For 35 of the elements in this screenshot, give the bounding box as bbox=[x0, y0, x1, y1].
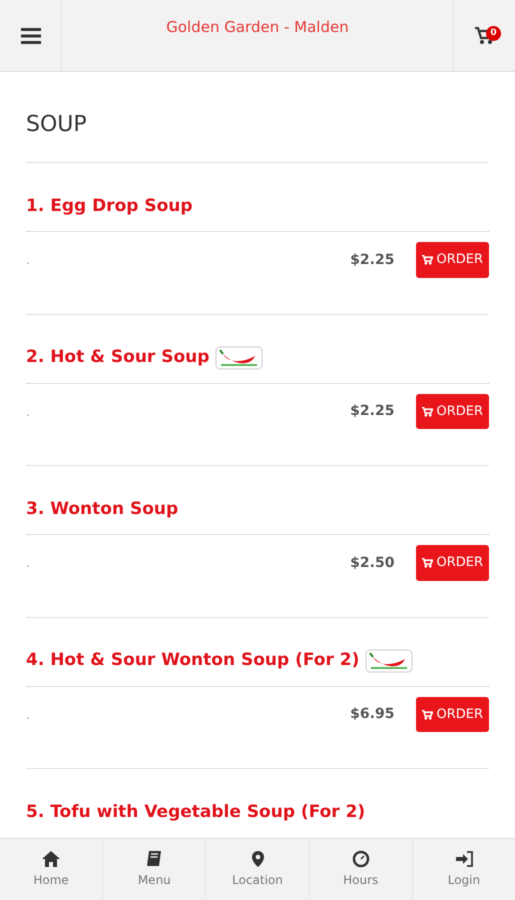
order-button[interactable]: ORDER bbox=[416, 394, 489, 430]
dish-name: 3. Wonton Soup bbox=[26, 498, 178, 521]
order-button[interactable]: ORDER bbox=[416, 696, 489, 732]
home-icon bbox=[42, 850, 60, 868]
dish-name: 4. Hot & Sour Wonton Soup (For 2) bbox=[26, 649, 360, 672]
hours-tab[interactable]: Hours bbox=[310, 839, 413, 900]
login-tab[interactable]: Login bbox=[412, 839, 515, 900]
price: $2.50 bbox=[350, 554, 394, 573]
dish-name: 5. Tofu with Vegetable Soup (For 2) bbox=[26, 800, 366, 824]
order-button[interactable]: ORDER bbox=[416, 545, 489, 581]
cart-icon[interactable] bbox=[474, 26, 494, 44]
price: $6.95 bbox=[350, 705, 394, 724]
dish-description: . bbox=[26, 706, 31, 724]
book-icon bbox=[145, 850, 164, 868]
cart-icon bbox=[422, 558, 434, 568]
price: $2.25 bbox=[350, 250, 394, 270]
price: $2.25 bbox=[350, 402, 394, 422]
section-heading: SOUP bbox=[26, 72, 489, 164]
cart-icon bbox=[422, 406, 434, 417]
dish-name: 1. Egg Drop Soup bbox=[26, 194, 193, 218]
order-button[interactable]: ORDER bbox=[416, 242, 489, 278]
dish-name: 2. Hot & Sour Soup bbox=[26, 346, 210, 370]
dish-description: . bbox=[26, 555, 31, 572]
login-icon bbox=[454, 850, 473, 868]
dish-description: . bbox=[26, 404, 31, 421]
dish-description: . bbox=[26, 252, 31, 270]
cart-icon bbox=[422, 710, 434, 720]
cart-count-badge: 0 bbox=[486, 26, 501, 41]
clock-icon bbox=[352, 850, 370, 868]
cart-icon bbox=[422, 255, 434, 266]
home-tab[interactable]: Home bbox=[0, 839, 104, 900]
location-tab[interactable]: Location bbox=[206, 839, 310, 900]
menu-icon[interactable] bbox=[20, 28, 40, 44]
restaurant-title: Golden Garden - Malden bbox=[166, 18, 349, 36]
menu-tab[interactable]: Menu bbox=[103, 839, 206, 900]
